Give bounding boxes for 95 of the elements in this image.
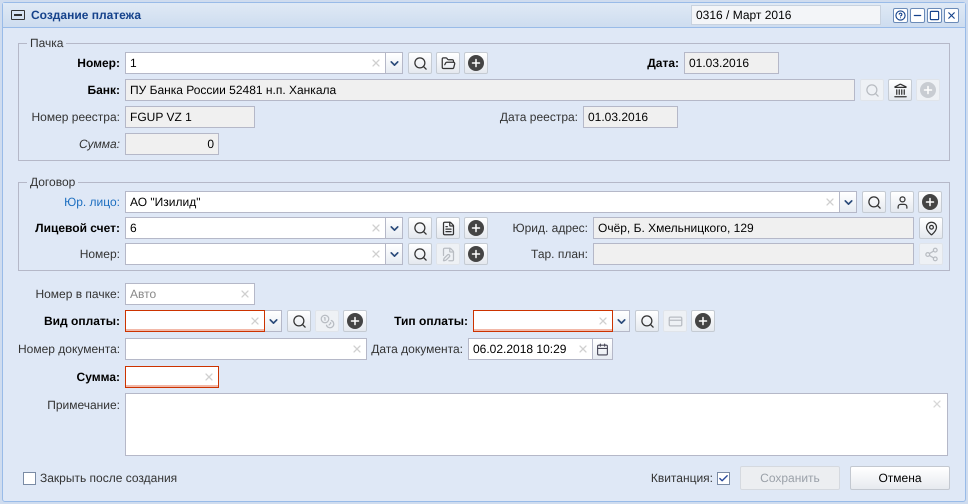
field-label: Юрид. адрес: <box>512 221 588 235</box>
search-icon <box>640 314 654 328</box>
field-label: Номер документа: <box>18 342 120 356</box>
search-button[interactable] <box>862 191 886 213</box>
window-title: Создание платежа <box>31 7 141 24</box>
window-icon <box>11 10 25 20</box>
combo-field[interactable] <box>473 310 613 332</box>
coins-icon <box>320 314 334 328</box>
section-title: Договор <box>29 174 76 191</box>
minimize-button[interactable] <box>910 8 925 22</box>
search-button[interactable] <box>635 310 659 332</box>
field-label: Банк: <box>87 83 120 97</box>
combo-field[interactable]: 6 <box>125 217 386 239</box>
note-field[interactable] <box>125 393 948 456</box>
field-label: Сумма: <box>76 370 120 384</box>
input-field[interactable]: Очёр, Б. Хмельницкого, 129 <box>593 217 914 239</box>
dropdown-button[interactable] <box>386 217 403 239</box>
tool-button[interactable] <box>890 191 914 213</box>
field-label: Номер: <box>80 247 120 261</box>
dropdown-button[interactable] <box>386 243 403 265</box>
help-button[interactable] <box>893 8 908 22</box>
maximize-button[interactable] <box>927 8 942 22</box>
field-label: Вид оплаты: <box>44 314 120 328</box>
input-field[interactable] <box>125 338 367 360</box>
calendar-button[interactable] <box>593 338 613 360</box>
search-icon <box>412 246 428 262</box>
close-icon <box>946 10 957 20</box>
date-field[interactable]: 06.02.2018 10:29 <box>468 338 593 360</box>
map-pin-icon <box>924 220 938 236</box>
add-button[interactable] <box>918 191 942 213</box>
checkbox-label: Квитанция: <box>650 470 713 487</box>
add-button[interactable] <box>464 52 488 74</box>
input-field[interactable] <box>125 366 219 388</box>
tool-button[interactable] <box>436 52 460 74</box>
calendar-icon <box>596 342 609 356</box>
network-icon <box>924 246 938 262</box>
input-field[interactable]: 01.03.2016 <box>684 52 779 74</box>
input-field[interactable]: 0 <box>125 133 219 155</box>
input-field[interactable]: Авто <box>125 283 255 305</box>
field-label: Номер в пачке: <box>35 287 120 301</box>
add-button[interactable] <box>691 310 715 332</box>
tool-button[interactable] <box>919 217 943 239</box>
search-icon <box>866 194 882 210</box>
card-icon <box>668 314 682 328</box>
edit-document-icon <box>440 246 456 262</box>
field-label: Тип оплаты: <box>394 314 468 328</box>
dropdown-button[interactable] <box>265 310 282 332</box>
input-field[interactable]: FGUP VZ 1 <box>125 106 255 128</box>
combo-field[interactable]: 1 <box>125 52 386 74</box>
close-button[interactable] <box>944 8 959 22</box>
dialog-button[interactable]: Отмена <box>850 466 950 490</box>
field-label: Дата документа: <box>371 342 463 356</box>
field-label: Номер реестра: <box>32 110 120 124</box>
maximize-icon <box>929 10 940 20</box>
input-field[interactable] <box>593 243 914 265</box>
field-label: Дата реестра: <box>500 110 578 124</box>
field-label: Лицевой счет: <box>35 221 120 235</box>
search-icon <box>412 220 428 236</box>
period-field: 0316 / Март 2016 <box>691 5 881 25</box>
tool-button[interactable] <box>436 217 460 239</box>
bank-icon <box>892 82 908 98</box>
combo-field[interactable] <box>125 310 265 332</box>
check-icon <box>718 472 729 484</box>
document-icon <box>440 220 456 236</box>
section-title: Пачка <box>29 35 64 52</box>
dropdown-button[interactable] <box>613 310 630 332</box>
add-button[interactable] <box>464 217 488 239</box>
field-label: Примечание: <box>47 398 120 412</box>
search-icon <box>292 314 306 328</box>
checkbox-label: Закрыть после создания <box>40 470 178 487</box>
person-icon <box>894 194 910 210</box>
field-label: Номер: <box>77 56 120 70</box>
field-label: Дата: <box>647 56 679 70</box>
field-label: Сумма: <box>79 137 120 151</box>
dropdown-button[interactable] <box>840 191 857 213</box>
input-field[interactable]: ПУ Банка России 52481 н.п. Ханкала <box>125 79 855 101</box>
search-button[interactable] <box>408 52 432 74</box>
input-field[interactable]: 01.03.2016 <box>583 106 678 128</box>
dropdown-button[interactable] <box>386 52 403 74</box>
search-icon <box>412 56 428 70</box>
combo-field[interactable]: АО "Изилид" <box>125 191 840 213</box>
tool-button[interactable] <box>888 79 912 101</box>
help-icon <box>895 10 906 20</box>
search-button[interactable] <box>408 217 432 239</box>
checkbox[interactable] <box>23 472 36 484</box>
add-button[interactable] <box>343 310 367 332</box>
search-button[interactable] <box>287 310 311 332</box>
field-label: Юр. лицо: <box>64 195 120 209</box>
search-button[interactable] <box>408 243 432 265</box>
combo-field[interactable] <box>125 243 386 265</box>
add-button[interactable] <box>464 243 488 265</box>
search-icon <box>864 82 880 98</box>
folder-icon <box>440 56 456 70</box>
field-label: Тар. план: <box>531 247 588 261</box>
checkbox[interactable] <box>717 472 730 484</box>
